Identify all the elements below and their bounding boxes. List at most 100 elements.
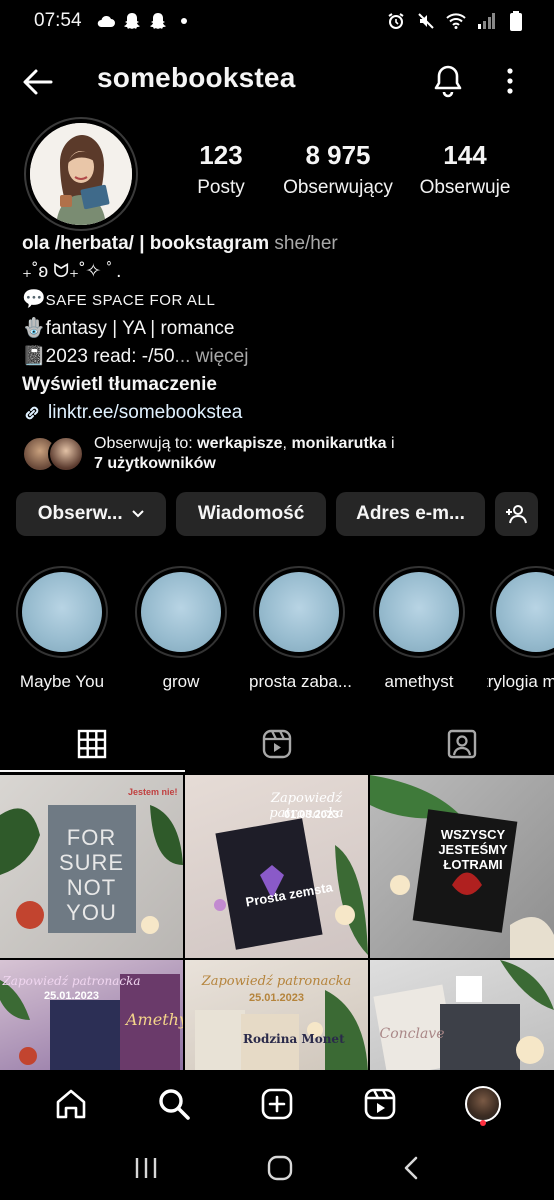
- post-thumbnail[interactable]: Zapowiedź patronacka 25.01.2023 Rodzina …: [185, 960, 368, 1070]
- mutual-others[interactable]: 7 użytkowników: [94, 455, 216, 472]
- nav-reels[interactable]: [356, 1080, 404, 1128]
- highlight-ring: [490, 566, 554, 658]
- email-button[interactable]: Adres e-m...: [335, 492, 486, 536]
- search-icon: [159, 1089, 190, 1120]
- nav-search[interactable]: [150, 1080, 198, 1128]
- highlight-item[interactable]: trylogia m: [487, 566, 554, 692]
- profile-avatar-ring[interactable]: [24, 117, 138, 231]
- profile-actions: Obserw... Wiadomość Adres e-m...: [16, 492, 538, 536]
- posts-stat[interactable]: 123 Posty: [175, 140, 267, 199]
- followed-by[interactable]: Obserwują to: werkapisze, monikarutka i …: [22, 433, 542, 475]
- nav-create[interactable]: [253, 1080, 301, 1128]
- bio-line-reading: 📓2023 read: -/50... więcej: [22, 346, 249, 367]
- external-link-text: linktr.ee/somebookstea: [48, 402, 243, 423]
- highlight-cover: [22, 572, 102, 652]
- arrow-left-icon: [23, 69, 53, 95]
- followers-stat[interactable]: 8 975 Obserwujący: [267, 140, 409, 199]
- highlight-ring: [135, 566, 227, 658]
- highlight-item[interactable]: Maybe You: [12, 566, 112, 692]
- highlight-item[interactable]: amethyst: [369, 566, 469, 692]
- wifi-icon: [446, 12, 466, 30]
- back-button[interactable]: [20, 64, 56, 100]
- mutual-user-2[interactable]: monikarutka: [291, 435, 386, 452]
- post-thumbnail[interactable]: Zapowiedź patronacka 01.03.2023 Prosta z…: [185, 775, 368, 958]
- mutual-user-1[interactable]: werkapisze: [197, 435, 282, 452]
- post-book-title: Rodzina Monet: [243, 1032, 345, 1046]
- bottom-navigation: [0, 1072, 554, 1136]
- post-thumbnail[interactable]: Conclave: [370, 960, 554, 1070]
- post-date: 01.03.2023: [283, 809, 340, 821]
- post-image: [373, 960, 554, 1070]
- post-date: 25.01.2023: [248, 992, 305, 1004]
- tab-posts-grid[interactable]: [0, 716, 185, 772]
- system-navigation: [0, 1140, 554, 1200]
- recent-apps-button[interactable]: [133, 1156, 159, 1185]
- post-title: Zapowiedź patronacka: [2, 974, 141, 988]
- chevron-down-icon: [131, 510, 144, 518]
- highlight-cover: [141, 572, 221, 652]
- external-link[interactable]: linktr.ee/somebookstea: [22, 399, 542, 427]
- profile-header: somebookstea: [0, 52, 554, 110]
- profile-avatar: [30, 123, 132, 225]
- highlight-ring: [253, 566, 345, 658]
- tab-tagged[interactable]: [369, 716, 554, 772]
- reels-icon: [364, 1088, 396, 1120]
- nav-profile[interactable]: [459, 1080, 507, 1128]
- home-circle-icon: [267, 1155, 293, 1180]
- profile-stats: 123 Posty 8 975 Obserwujący 144 Obserwuj…: [175, 140, 535, 199]
- add-post-icon: [261, 1088, 293, 1120]
- bio-line-genres: 🪬fantasy | YA | romance: [22, 318, 235, 339]
- followed-by-text: Obserwują to: werkapisze, monikarutka i …: [94, 435, 395, 472]
- following-stat[interactable]: 144 Obserwuje: [409, 140, 521, 199]
- pronouns: she/her: [274, 233, 338, 254]
- profile-username: somebookstea: [97, 62, 296, 93]
- display-name: ola /herbata/ | bookstagram: [22, 233, 270, 254]
- back-system-button[interactable]: [401, 1155, 421, 1186]
- mutual-avatar-2: [48, 436, 84, 472]
- post-title: FOR SURE NOT YOU: [58, 825, 125, 925]
- recent-apps-icon: [136, 1157, 157, 1178]
- post-book-title: Amethyst: [126, 1010, 183, 1029]
- post-date: 25.01.2023: [43, 990, 100, 1002]
- post-thumbnail[interactable]: FOR SURE NOT YOU Jestem nie!: [0, 775, 183, 958]
- post-title: Conclave: [379, 1026, 445, 1042]
- highlight-label: prosta zaba...: [249, 672, 353, 691]
- message-button[interactable]: Wiadomość: [176, 492, 326, 536]
- chevron-left-icon: [404, 1156, 417, 1179]
- home-system-button[interactable]: [266, 1154, 294, 1187]
- post-title: Zapowiedź patronacka: [201, 974, 352, 989]
- notifications-button[interactable]: [432, 64, 464, 98]
- more-link[interactable]: ... więcej: [175, 346, 249, 367]
- hamsa-icon: 🪬: [22, 318, 46, 339]
- posts-label: Posty: [197, 177, 245, 198]
- content-tabs: [0, 716, 554, 772]
- followers-label: Obserwujący: [283, 177, 393, 198]
- highlight-ring: [373, 566, 465, 658]
- suggested-users-button[interactable]: [495, 492, 538, 536]
- grid-icon: [78, 729, 107, 759]
- highlight-label: trylogia m: [487, 672, 554, 691]
- more-options-button[interactable]: [500, 64, 520, 98]
- posts-grid: FOR SURE NOT YOU Jestem nie! Zapowiedź p…: [0, 775, 554, 1070]
- post-thumbnail[interactable]: WSZYSCY JESTEŚMY ŁOTRAMI: [370, 775, 554, 958]
- status-left-icons: [96, 12, 194, 30]
- translate-link[interactable]: Wyświetl tłumaczenie: [22, 371, 542, 399]
- highlight-cover: [259, 572, 339, 652]
- following-button[interactable]: Obserw...: [16, 492, 167, 536]
- snapchat-icon: [148, 12, 168, 30]
- highlight-cover: [379, 572, 459, 652]
- followers-count: 8 975: [305, 140, 371, 170]
- snapchat-icon: [122, 12, 142, 30]
- clock: 07:54: [34, 10, 82, 31]
- add-user-icon: [505, 505, 527, 524]
- nav-home[interactable]: [47, 1080, 95, 1128]
- highlight-item[interactable]: prosta zaba...: [249, 566, 353, 692]
- tagged-person-icon: [447, 729, 476, 759]
- alarm-icon: [386, 12, 406, 30]
- post-thumbnail[interactable]: Zapowiedź patronacka 25.01.2023 Amethyst: [0, 960, 183, 1070]
- notebook-icon: 📓: [22, 346, 46, 367]
- post-title: WSZYSCY JESTEŚMY ŁOTRAMI: [438, 827, 508, 872]
- tab-reels[interactable]: [185, 716, 370, 772]
- followed-by-avatars: [22, 435, 86, 473]
- highlight-item[interactable]: grow: [131, 566, 231, 692]
